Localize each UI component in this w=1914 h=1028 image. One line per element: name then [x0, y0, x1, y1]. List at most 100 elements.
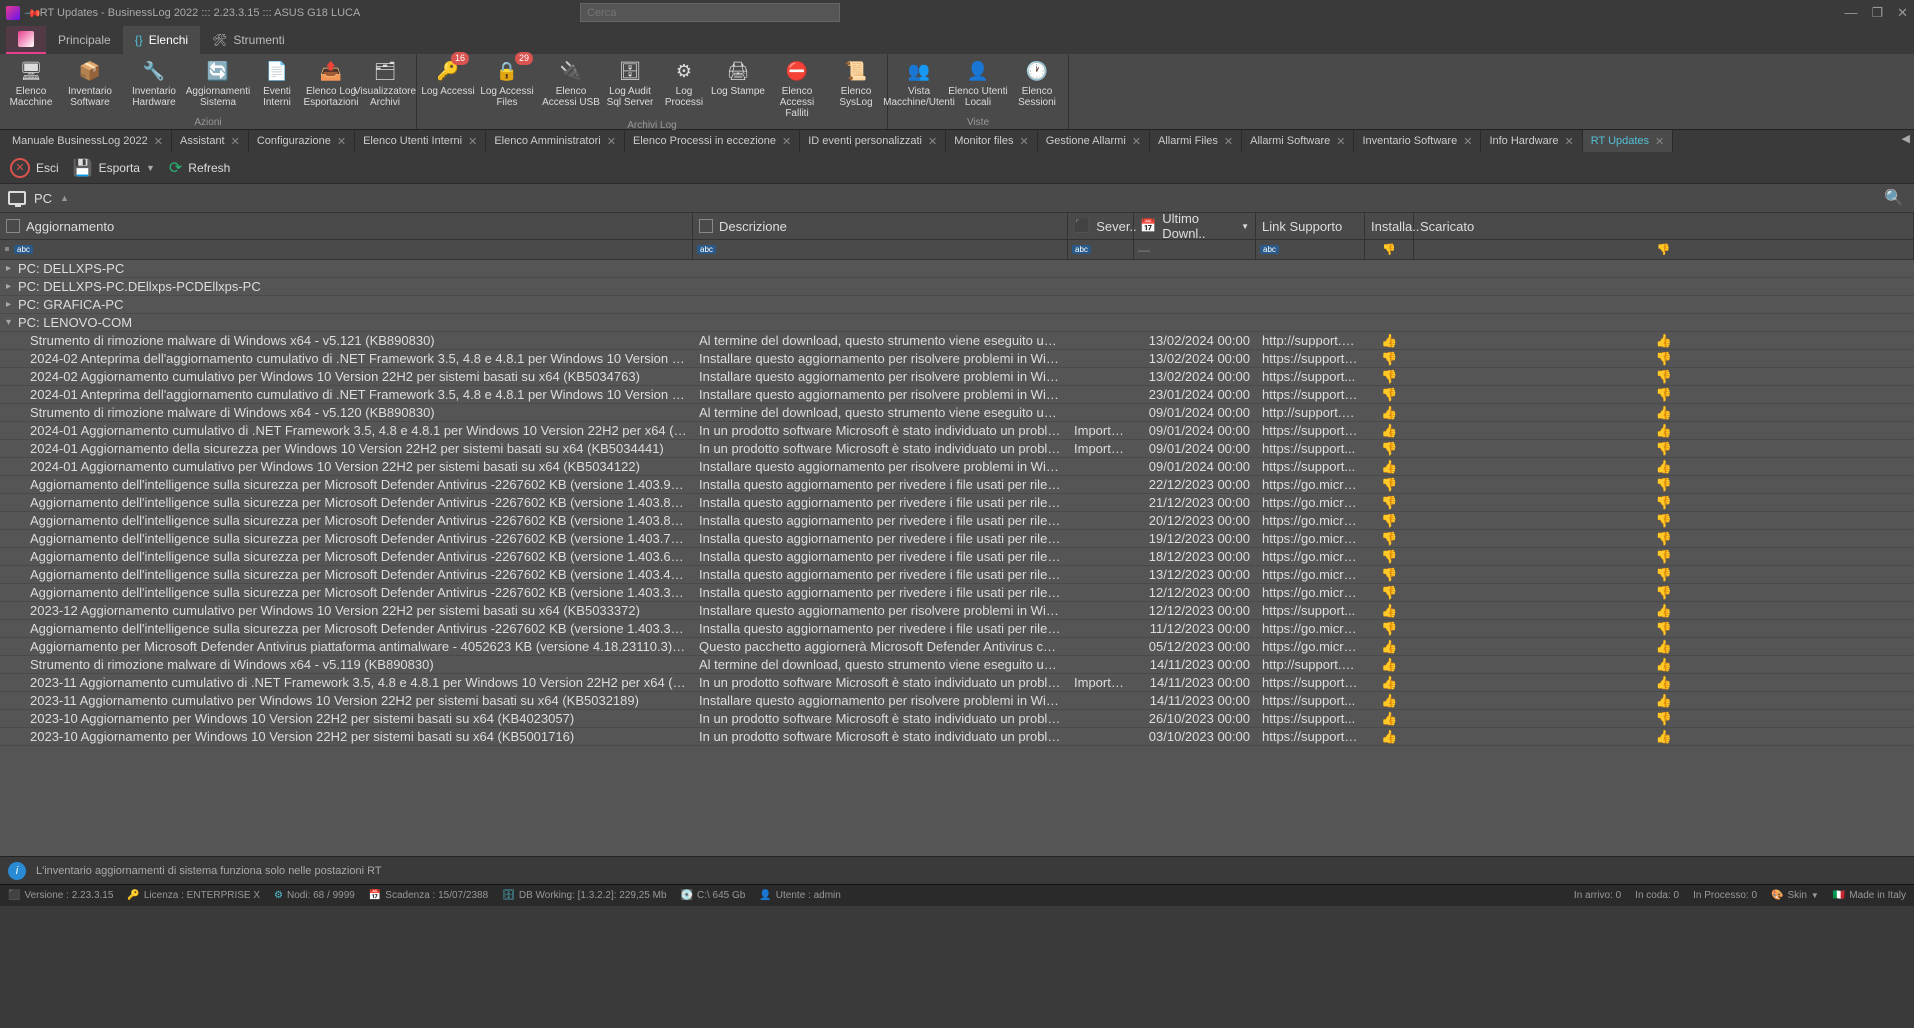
table-row[interactable]: Aggiornamento per Microsoft Defender Ant… [0, 638, 1914, 656]
search-input[interactable] [580, 3, 840, 22]
ribbon-tab-principale[interactable]: Principale [46, 26, 123, 54]
ribbon-tab-elenchi[interactable]: {} Elenchi [123, 26, 200, 54]
doc-tab[interactable]: Elenco Utenti Interni✕ [355, 130, 486, 152]
close-tab-icon[interactable]: ✕ [1019, 135, 1028, 148]
table-row[interactable]: Aggiornamento dell'intelligence sulla si… [0, 548, 1914, 566]
table-row[interactable]: 2023-10 Aggiornamento per Windows 10 Ver… [0, 710, 1914, 728]
table-row[interactable]: Strumento di rimozione malware di Window… [0, 656, 1914, 674]
table-row[interactable]: Aggiornamento dell'intelligence sulla si… [0, 566, 1914, 584]
refresh-button[interactable]: ⟳ Refresh [169, 158, 230, 178]
close-tab-icon[interactable]: ✕ [928, 135, 937, 148]
aggiornamenti-sistema-button[interactable]: 🔄AggiornamentiSistema [186, 54, 250, 116]
ribbon-tab-strumenti[interactable]: 🛠 Strumenti [200, 26, 297, 54]
doc-tab[interactable]: Elenco Processi in eccezione✕ [625, 130, 800, 152]
titlebar-search[interactable] [580, 3, 840, 22]
col-installa[interactable]: Installa.. [1365, 213, 1414, 239]
group-row[interactable]: ▸PC: GRAFICA-PC [0, 296, 1914, 314]
close-tab-icon[interactable]: ✕ [782, 135, 791, 148]
close-icon[interactable]: ✕ [1897, 5, 1908, 21]
visualizzatore-archivi-button[interactable]: 🗂VisualizzatoreArchivi [358, 54, 412, 116]
ribbon-tab-file[interactable] [6, 26, 46, 54]
table-row[interactable]: 2023-11 Aggiornamento cumulativo per Win… [0, 692, 1914, 710]
doc-tab[interactable]: ID eventi personalizzati✕ [800, 130, 946, 152]
close-tab-icon[interactable]: ✕ [1463, 135, 1472, 148]
col-aggiornamento[interactable]: Aggiornamento [0, 213, 693, 239]
close-tab-icon[interactable]: ✕ [1655, 135, 1664, 148]
esci-button[interactable]: ✕ Esci [10, 158, 59, 178]
skin-selector[interactable]: 🎨Skin▼ [1771, 890, 1819, 901]
elenco-accessi-usb-button[interactable]: 🔌ElencoAccessi USB [539, 54, 603, 119]
table-row[interactable]: 2024-01 Aggiornamento cumulativo di .NET… [0, 422, 1914, 440]
log-processi-button[interactable]: ⚙Log Processi [657, 54, 711, 119]
doc-tab[interactable]: Configurazione✕ [249, 130, 355, 152]
pc-selector-bar[interactable]: PC ▲ 🔍 [0, 184, 1914, 212]
table-row[interactable]: Aggiornamento dell'intelligence sulla si… [0, 512, 1914, 530]
doc-tab[interactable]: Allarmi Files✕ [1150, 130, 1242, 152]
group-row[interactable]: ▸PC: DELLXPS-PC.DEllxps-PCDEllxps-PC [0, 278, 1914, 296]
close-tab-icon[interactable]: ✕ [1565, 135, 1574, 148]
esporta-button[interactable]: 💾 Esporta ▼ [73, 158, 155, 178]
doc-tab[interactable]: Elenco Amministratori✕ [486, 130, 625, 152]
close-tab-icon[interactable]: ✕ [154, 135, 163, 148]
table-row[interactable]: Strumento di rimozione malware di Window… [0, 404, 1914, 422]
table-row[interactable]: Aggiornamento dell'intelligence sulla si… [0, 620, 1914, 638]
table-row[interactable]: 2024-02 Anteprima dell'aggiornamento cum… [0, 350, 1914, 368]
elenco-sessioni-button[interactable]: 🕐ElencoSessioni [1010, 54, 1064, 116]
col-severita[interactable]: ⬛Sever.. [1068, 213, 1134, 239]
close-tab-icon[interactable]: ✕ [1132, 135, 1141, 148]
col-ultimo-download[interactable]: 📅Ultimo Downl..▼ [1134, 213, 1256, 239]
vista-macchine-button[interactable]: 👥VistaMacchine/Utenti [892, 54, 946, 116]
grid-filter-row[interactable]: ▪abc abc abc — abc 👎 👎 [0, 240, 1914, 260]
log-stampe-button[interactable]: 🖨Log Stampe [711, 54, 765, 119]
elenco-accessi-falliti-button[interactable]: ⛔Elenco AccessiFalliti [765, 54, 829, 119]
table-row[interactable]: 2024-02 Aggiornamento cumulativo per Win… [0, 368, 1914, 386]
table-row[interactable]: 2024-01 Anteprima dell'aggiornamento cum… [0, 386, 1914, 404]
close-tab-icon[interactable]: ✕ [1224, 135, 1233, 148]
table-row[interactable]: 2023-12 Aggiornamento cumulativo per Win… [0, 602, 1914, 620]
table-row[interactable]: Strumento di rimozione malware di Window… [0, 332, 1914, 350]
log-audit-sql-button[interactable]: 🗄Log AuditSql Server [603, 54, 657, 119]
close-tab-icon[interactable]: ✕ [231, 135, 240, 148]
thumb-down-icon[interactable]: 👎 [1657, 243, 1671, 256]
search-icon[interactable]: 🔍 [1884, 188, 1904, 208]
tabs-scroll-left-icon[interactable]: ◀ [1902, 132, 1910, 145]
elenco-log-esportazioni-button[interactable]: 📤Elenco LogEsportazioni [304, 54, 358, 116]
minimize-icon[interactable]: — [1844, 5, 1857, 21]
col-scaricato[interactable]: Scaricato [1414, 213, 1914, 239]
close-tab-icon[interactable]: ✕ [468, 135, 477, 148]
elenco-macchine-button[interactable]: 🖥ElencoMacchine [4, 54, 58, 116]
doc-tab[interactable]: Info Hardware✕ [1481, 130, 1582, 152]
log-accessi-button[interactable]: 🔑Log Accessi16 [421, 54, 475, 119]
close-tab-icon[interactable]: ✕ [607, 135, 616, 148]
grid-body[interactable]: ▸PC: DELLXPS-PC▸PC: DELLXPS-PC.DEllxps-P… [0, 260, 1914, 856]
group-row[interactable]: ▸PC: DELLXPS-PC [0, 260, 1914, 278]
eventi-interni-button[interactable]: 📄EventiInterni [250, 54, 304, 116]
col-link-supporto[interactable]: Link Supporto [1256, 213, 1365, 239]
table-row[interactable]: 2023-11 Aggiornamento cumulativo di .NET… [0, 674, 1914, 692]
maximize-icon[interactable]: ❐ [1871, 5, 1883, 21]
close-tab-icon[interactable]: ✕ [337, 135, 346, 148]
inventario-software-button[interactable]: 📦InventarioSoftware [58, 54, 122, 116]
table-row[interactable]: 2024-01 Aggiornamento della sicurezza pe… [0, 440, 1914, 458]
doc-tab[interactable]: Gestione Allarmi✕ [1038, 130, 1150, 152]
doc-tab[interactable]: Inventario Software✕ [1354, 130, 1481, 152]
group-row[interactable]: ▾PC: LENOVO-COM [0, 314, 1914, 332]
table-row[interactable]: Aggiornamento dell'intelligence sulla si… [0, 530, 1914, 548]
table-row[interactable]: Aggiornamento dell'intelligence sulla si… [0, 476, 1914, 494]
doc-tab[interactable]: Allarmi Software✕ [1242, 130, 1354, 152]
table-row[interactable]: Aggiornamento dell'intelligence sulla si… [0, 494, 1914, 512]
doc-tab[interactable]: Manuale BusinessLog 2022✕ [4, 130, 172, 152]
close-tab-icon[interactable]: ✕ [1336, 135, 1345, 148]
doc-tab[interactable]: RT Updates✕ [1583, 130, 1674, 152]
table-row[interactable]: 2024-01 Aggiornamento cumulativo per Win… [0, 458, 1914, 476]
doc-tab[interactable]: Assistant✕ [172, 130, 249, 152]
doc-tab[interactable]: Monitor files✕ [946, 130, 1038, 152]
log-accessi-files-button[interactable]: 🔒Log AccessiFiles29 [475, 54, 539, 119]
table-row[interactable]: 2023-10 Aggiornamento per Windows 10 Ver… [0, 728, 1914, 746]
table-row[interactable]: Aggiornamento dell'intelligence sulla si… [0, 584, 1914, 602]
thumb-down-icon[interactable]: 👎 [1382, 243, 1396, 256]
inventario-hardware-button[interactable]: 🔧InventarioHardware [122, 54, 186, 116]
elenco-syslog-button[interactable]: 📜ElencoSysLog [829, 54, 883, 119]
col-descrizione[interactable]: Descrizione [693, 213, 1068, 239]
elenco-utenti-locali-button[interactable]: 👤Elenco UtentiLocali [946, 54, 1010, 116]
